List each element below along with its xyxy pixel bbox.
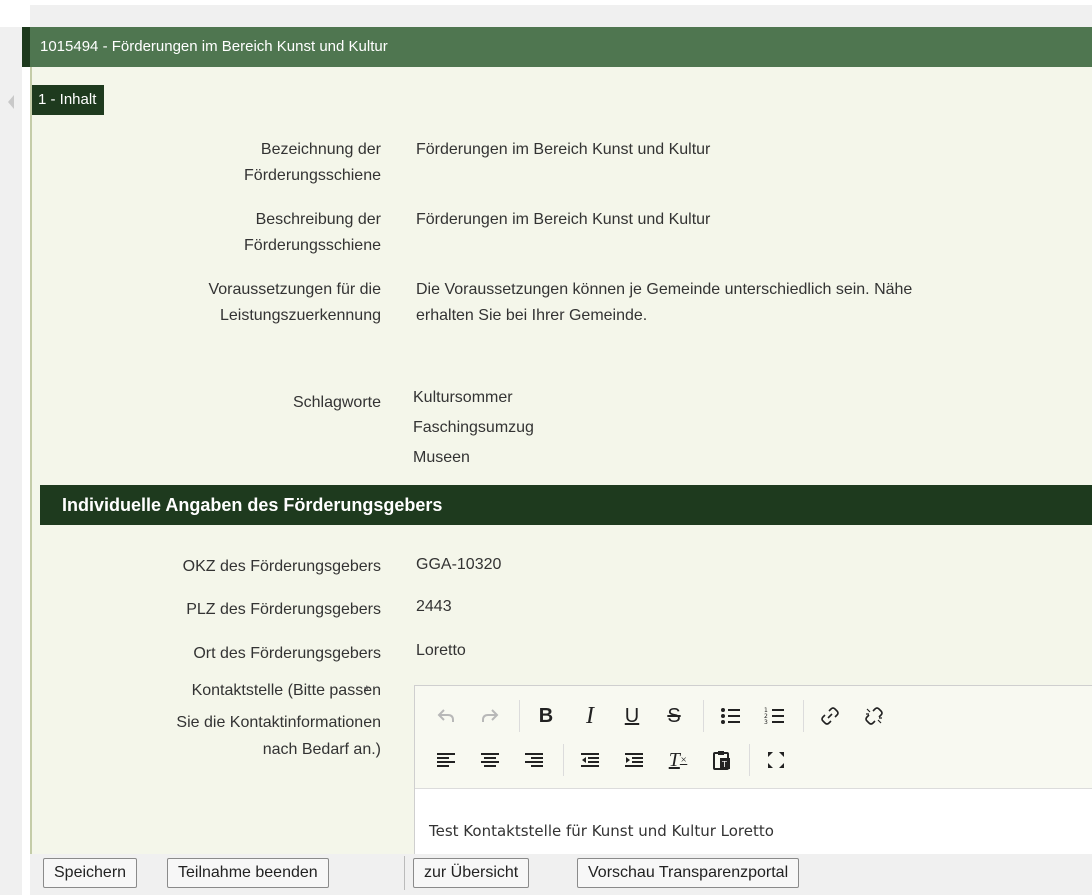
- editor-toolbar: B I U S 123 T × T: [415, 686, 1092, 789]
- link-icon[interactable]: [811, 698, 849, 734]
- field-value-okz: GGA-10320: [416, 556, 502, 573]
- schlagwort-item: Kultursommer: [413, 389, 513, 406]
- field-label-kontakt-line3: nach Bedarf an.): [262, 741, 381, 758]
- italic-icon[interactable]: I: [571, 698, 609, 734]
- field-label-plz: PLZ des Förderungsgebers: [186, 601, 381, 618]
- paste-icon[interactable]: T: [703, 742, 741, 778]
- svg-text:3: 3: [764, 719, 768, 725]
- left-gutter: [0, 27, 22, 895]
- field-value-beschreibung: Förderungen im Bereich Kunst und Kultur: [416, 211, 711, 228]
- field-label-beschreibung: Beschreibung der Förderungsschiene: [244, 211, 381, 254]
- schlagwort-item: Faschingsumzug: [413, 419, 534, 436]
- toolbar-divider: [563, 744, 564, 776]
- field-value-voraussetzungen-line1: Die Voraussetzungen können je Gemeinde u…: [416, 281, 913, 298]
- fullscreen-icon[interactable]: [757, 742, 795, 778]
- bold-icon[interactable]: B: [527, 698, 565, 734]
- window-title-bar: 1015494 - Förderungen im Bereich Kunst u…: [22, 27, 1092, 67]
- field-value-ort: Loretto: [416, 642, 466, 659]
- align-center-icon[interactable]: [471, 742, 509, 778]
- section-header-foerderungsgeber: Individuelle Angaben des Förderungsgeber…: [40, 485, 1092, 525]
- overview-button[interactable]: zur Übersicht: [413, 858, 530, 888]
- field-value-voraussetzungen-line2: erhalten Sie bei Ihrer Gemeinde.: [416, 307, 648, 324]
- field-label-okz: OKZ des Förderungsgebers: [182, 558, 381, 575]
- field-label-schlagworte: Schlagworte: [292, 394, 381, 411]
- required-asterisk: *: [364, 682, 370, 698]
- field-value-plz: 2443: [416, 598, 452, 615]
- section-tab-inhalt[interactable]: 1 - Inhalt: [32, 85, 105, 115]
- field-value-bezeichnung: Förderungen im Bereich Kunst und Kultur: [416, 141, 711, 158]
- underline-icon[interactable]: U: [613, 698, 651, 734]
- save-button[interactable]: Speichern: [43, 858, 138, 888]
- undo-icon[interactable]: [427, 698, 465, 734]
- outdent-icon[interactable]: [571, 742, 609, 778]
- button-bar: Speichern Teilnahme beenden zur Übersich…: [30, 854, 1092, 895]
- editor-content[interactable]: Test Kontaktstelle für Kunst und Kultur …: [429, 822, 774, 840]
- toolbar-divider: [703, 700, 704, 732]
- toolbar-divider: [519, 700, 520, 732]
- form-content: 1 - Inhalt Bezeichnung der Förderungssch…: [30, 67, 1092, 895]
- button-divider: [404, 856, 405, 890]
- preview-transparency-portal-button[interactable]: Vorschau Transparenzportal: [577, 858, 800, 888]
- numbered-list-icon[interactable]: 123: [755, 698, 793, 734]
- strikethrough-icon[interactable]: S: [655, 698, 693, 734]
- section-title: Individuelle Angaben des Förderungsgeber…: [62, 495, 443, 515]
- toolbar-divider: [749, 744, 750, 776]
- schlagwort-item: Museen: [413, 449, 470, 466]
- field-label-ort: Ort des Förderungsgebers: [193, 645, 381, 662]
- toolbar-divider: [803, 700, 804, 732]
- window-title: 1015494 - Förderungen im Bereich Kunst u…: [40, 38, 388, 55]
- redo-icon[interactable]: [471, 698, 509, 734]
- top-gray-strip: [30, 5, 1092, 27]
- field-label-voraussetzungen: Voraussetzungen für die Leistungszuerken…: [208, 281, 381, 324]
- collapse-arrow-icon[interactable]: [8, 95, 14, 109]
- align-left-icon[interactable]: [427, 742, 465, 778]
- clear-format-icon[interactable]: T ×: [659, 742, 697, 778]
- unlink-icon[interactable]: [855, 698, 893, 734]
- field-label-kontakt-line2: Sie die Kontaktinformationen: [176, 714, 381, 731]
- svg-text:T: T: [721, 760, 727, 769]
- indent-icon[interactable]: [615, 742, 653, 778]
- field-label-kontakt-line1: Kontaktstelle (Bitte passen: [191, 682, 381, 699]
- field-label-bezeichnung: Bezeichnung der Förderungsschiene: [244, 141, 381, 184]
- bullet-list-icon[interactable]: [711, 698, 749, 734]
- align-right-icon[interactable]: [515, 742, 553, 778]
- end-participation-button[interactable]: Teilnahme beenden: [167, 858, 329, 888]
